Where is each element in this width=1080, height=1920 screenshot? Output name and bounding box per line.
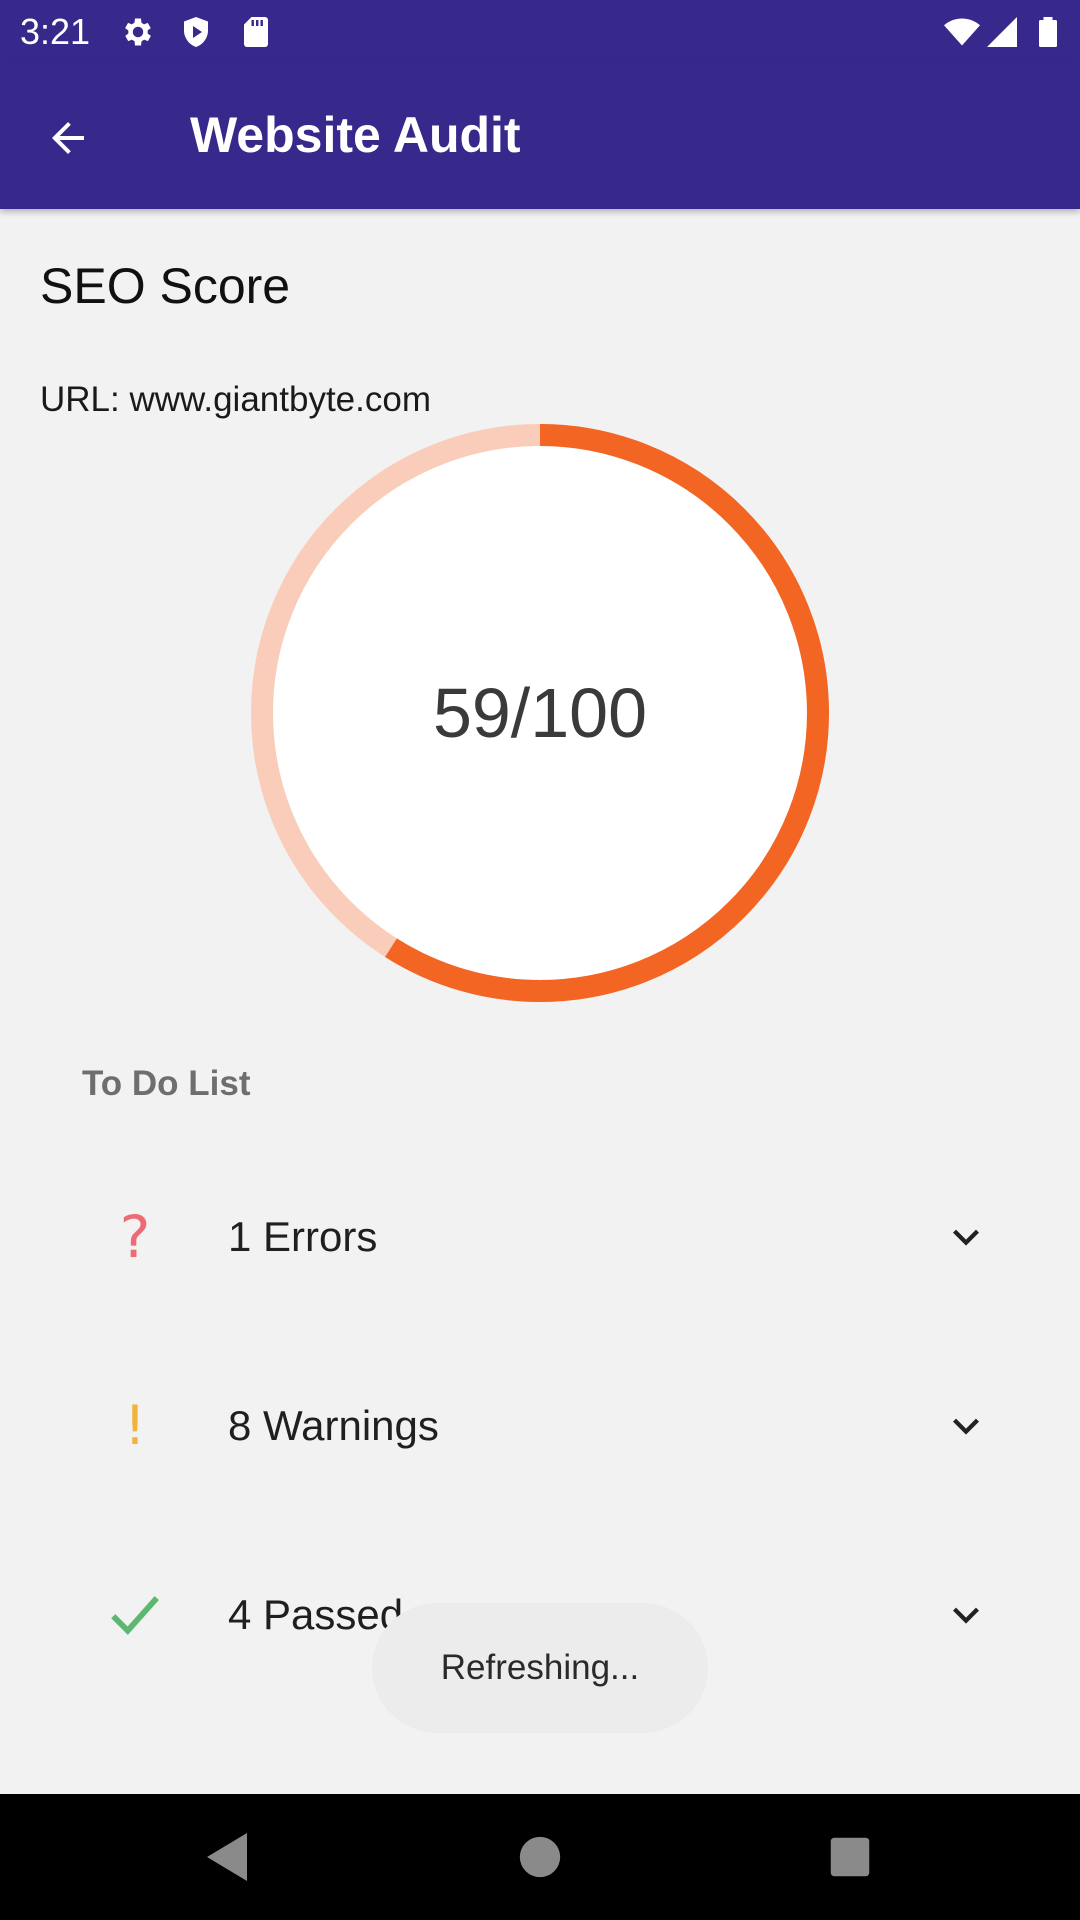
app-bar: Website Audit <box>0 63 1080 209</box>
seo-score-gauge: 59/100 <box>250 423 830 1003</box>
system-nav-bar <box>0 1794 1080 1920</box>
settings-icon <box>125 18 151 46</box>
wifi-icon <box>944 18 980 46</box>
nav-recents-icon <box>830 1837 870 1877</box>
battery-icon <box>1039 17 1057 47</box>
status-time: 3:21 <box>20 11 91 52</box>
list-item-warnings[interactable]: ! 8 Warnings <box>0 1351 1080 1501</box>
list-item-errors[interactable]: ? 1 Errors <box>0 1162 1080 1312</box>
url-label: URL: www.giantbyte.com <box>40 380 431 419</box>
chevron-down-icon[interactable] <box>940 1400 992 1452</box>
page-title: Website Audit <box>190 107 521 163</box>
todo-list-heading: To Do List <box>82 1064 251 1103</box>
nav-recents-button[interactable] <box>815 1822 885 1892</box>
nav-home-button[interactable] <box>505 1822 575 1892</box>
shield-icon <box>184 17 208 47</box>
check-icon <box>100 1580 170 1650</box>
score-value: 59/100 <box>432 674 648 752</box>
chevron-down-icon[interactable] <box>940 1589 992 1641</box>
chevron-down-icon[interactable] <box>940 1211 992 1263</box>
question-icon: ? <box>119 1203 151 1271</box>
refreshing-toast: Refreshing... <box>372 1603 708 1733</box>
nav-back-button[interactable] <box>192 1822 262 1892</box>
nav-home-icon <box>519 1836 561 1878</box>
list-item-label: 8 Warnings <box>228 1402 439 1449</box>
arrow-back-icon <box>52 122 84 154</box>
status-bar: 3:21 <box>0 0 1080 63</box>
signal-icon <box>987 17 1017 47</box>
back-button[interactable] <box>28 98 108 178</box>
list-item-label: 4 Passed <box>228 1591 404 1638</box>
list-item-label: 1 Errors <box>228 1213 378 1260</box>
exclamation-icon: ! <box>124 1394 146 1457</box>
seo-score-heading: SEO Score <box>40 258 291 314</box>
nav-back-icon <box>207 1833 247 1881</box>
sd-card-icon <box>244 17 268 47</box>
